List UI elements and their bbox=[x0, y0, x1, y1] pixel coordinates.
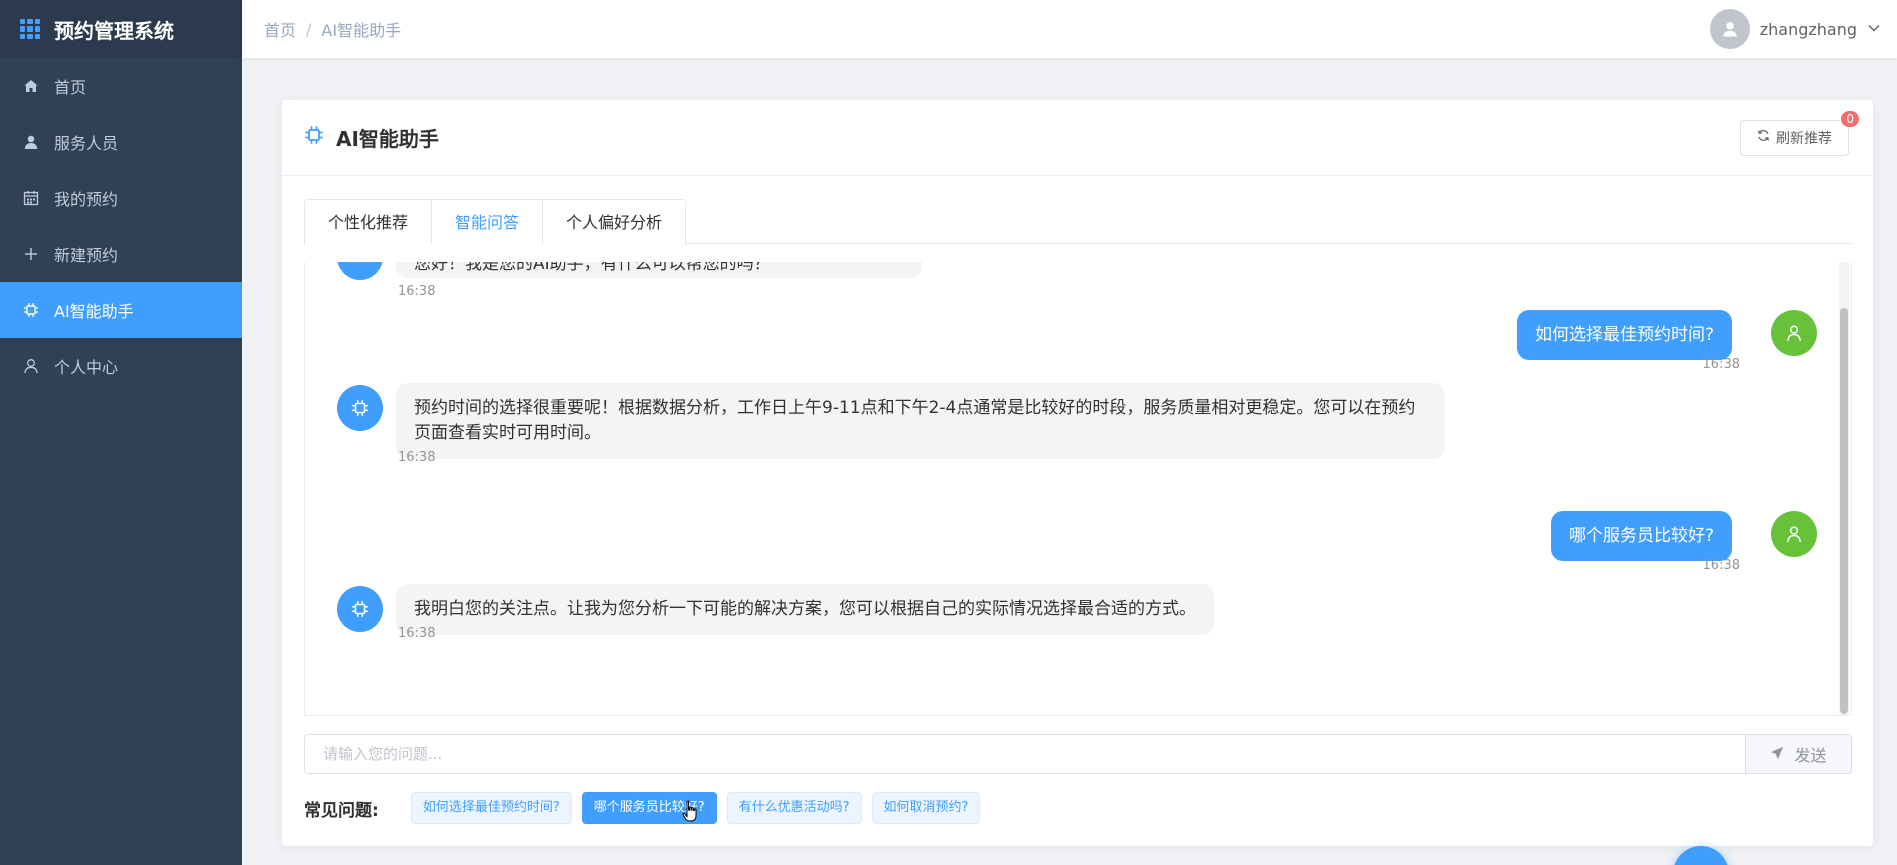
message-time: 16:38 bbox=[398, 284, 436, 299]
tab-smart-qa[interactable]: 智能问答 bbox=[431, 200, 543, 245]
send-button[interactable]: 发送 bbox=[1746, 734, 1852, 774]
question-input[interactable] bbox=[304, 734, 1746, 774]
bot-message-bubble: 我明白您的关注点。让我为您分析一下可能的解决方案，您可以根据自己的实际情况选择最… bbox=[396, 584, 1214, 635]
faq-tag[interactable]: 如何选择最佳预约时间? bbox=[410, 792, 572, 824]
home-icon bbox=[22, 77, 40, 95]
sidebar-item-label: 我的预约 bbox=[54, 190, 119, 209]
user-menu[interactable]: zhangzhang bbox=[1709, 9, 1881, 49]
sidebar-item-label: 个人中心 bbox=[54, 358, 119, 377]
tab-preference-analysis[interactable]: 个人偏好分析 bbox=[542, 200, 686, 245]
bot-message-bubble: 您好！我是您的AI助手，有什么可以帮您的吗？ bbox=[396, 262, 922, 278]
notification-badge: 0 bbox=[1840, 109, 1860, 128]
sidebar: 预约管理系统 首页 服务人员 我的预约 新建预约 AI智能助手 个人中心 bbox=[0, 0, 242, 865]
message-time: 16:38 bbox=[1702, 357, 1740, 372]
user-message-bubble: 哪个服务员比较好? bbox=[1550, 511, 1732, 561]
refresh-recommendations-button[interactable]: 刷新推荐 0 bbox=[1740, 109, 1860, 156]
breadcrumb: 首页 / AI智能助手 bbox=[264, 17, 401, 41]
hand-cursor-icon bbox=[682, 800, 698, 826]
chevron-down-icon[interactable] bbox=[1867, 20, 1881, 39]
faq-label: 常见问题: bbox=[304, 800, 379, 821]
sidebar-item-label: 服务人员 bbox=[54, 134, 119, 153]
username[interactable]: zhangzhang bbox=[1760, 20, 1857, 39]
chat-window[interactable]: 您好！我是您的AI助手，有什么可以帮您的吗？ 16:38 如何选择最佳预约时间?… bbox=[304, 262, 1852, 716]
card-title-text: AI智能助手 bbox=[336, 127, 439, 151]
tab-personalized-recommendations[interactable]: 个性化推荐 bbox=[305, 200, 432, 245]
sidebar-item-ai-assistant[interactable]: AI智能助手 bbox=[0, 282, 242, 338]
refresh-label: 刷新推荐 bbox=[1776, 130, 1832, 147]
sidebar-item-my-appointments[interactable]: 我的预约 bbox=[0, 170, 242, 226]
bot-avatar bbox=[337, 385, 383, 431]
message-time: 16:38 bbox=[398, 450, 436, 465]
user-avatar bbox=[1771, 511, 1817, 557]
grid-logo-icon bbox=[20, 19, 40, 39]
scrollbar-thumb[interactable] bbox=[1840, 308, 1848, 714]
sidebar-item-staff[interactable]: 服务人员 bbox=[0, 114, 242, 170]
bot-avatar bbox=[337, 586, 383, 632]
plus-icon bbox=[22, 245, 40, 263]
card-title: AI智能助手 bbox=[304, 123, 439, 152]
person-icon bbox=[22, 357, 40, 375]
refresh-icon bbox=[1757, 129, 1770, 146]
question-input-row: 发送 bbox=[304, 734, 1852, 774]
message-time: 16:38 bbox=[1702, 558, 1740, 573]
app-title: 预约管理系统 bbox=[54, 18, 174, 43]
faq-bar: 常见问题: 如何选择最佳预约时间? 哪个服务员比较好? 有什么优惠活动吗? 如何… bbox=[304, 792, 990, 824]
ai-assistant-card: AI智能助手 刷新推荐 0 个性化推荐 智能问答 个人偏好分析 您好！我是您的A… bbox=[282, 100, 1873, 846]
chat-scrollbar[interactable] bbox=[1839, 262, 1849, 715]
user-avatar bbox=[1771, 310, 1817, 356]
top-header: 首页 / AI智能助手 zhangzhang bbox=[242, 0, 1897, 58]
tab-bar: 个性化推荐 智能问答 个人偏好分析 bbox=[304, 199, 1852, 245]
breadcrumb-separator: / bbox=[306, 19, 312, 39]
breadcrumb-current: AI智能助手 bbox=[321, 21, 402, 40]
user-icon bbox=[22, 133, 40, 151]
bot-message-bubble: 预约时间的选择很重要呢！根据数据分析，工作日上午9-11点和下午2-4点通常是比… bbox=[396, 383, 1445, 459]
message-time: 16:38 bbox=[398, 626, 436, 641]
sidebar-item-home[interactable]: 首页 bbox=[0, 58, 242, 114]
brand: 预约管理系统 bbox=[0, 0, 242, 58]
sidebar-item-label: 首页 bbox=[54, 78, 87, 97]
breadcrumb-home[interactable]: 首页 bbox=[264, 17, 296, 41]
sidebar-item-label: AI智能助手 bbox=[54, 302, 134, 321]
avatar[interactable] bbox=[1709, 9, 1750, 49]
faq-tag[interactable]: 有什么优惠活动吗? bbox=[726, 792, 862, 824]
floating-action-button[interactable] bbox=[1673, 846, 1729, 865]
send-icon bbox=[1770, 745, 1784, 764]
sidebar-item-label: 新建预约 bbox=[54, 246, 119, 265]
calendar-icon bbox=[22, 189, 40, 207]
chip-icon bbox=[304, 125, 324, 150]
chip-icon bbox=[22, 301, 40, 319]
bot-avatar bbox=[337, 262, 383, 280]
sidebar-item-new-appointment[interactable]: 新建预约 bbox=[0, 226, 242, 282]
faq-tag[interactable]: 如何取消预约? bbox=[871, 792, 981, 824]
send-label: 发送 bbox=[1794, 746, 1827, 765]
card-header: AI智能助手 刷新推荐 0 bbox=[282, 100, 1873, 176]
user-message-bubble: 如何选择最佳预约时间? bbox=[1516, 310, 1732, 360]
sidebar-item-profile[interactable]: 个人中心 bbox=[0, 338, 242, 394]
